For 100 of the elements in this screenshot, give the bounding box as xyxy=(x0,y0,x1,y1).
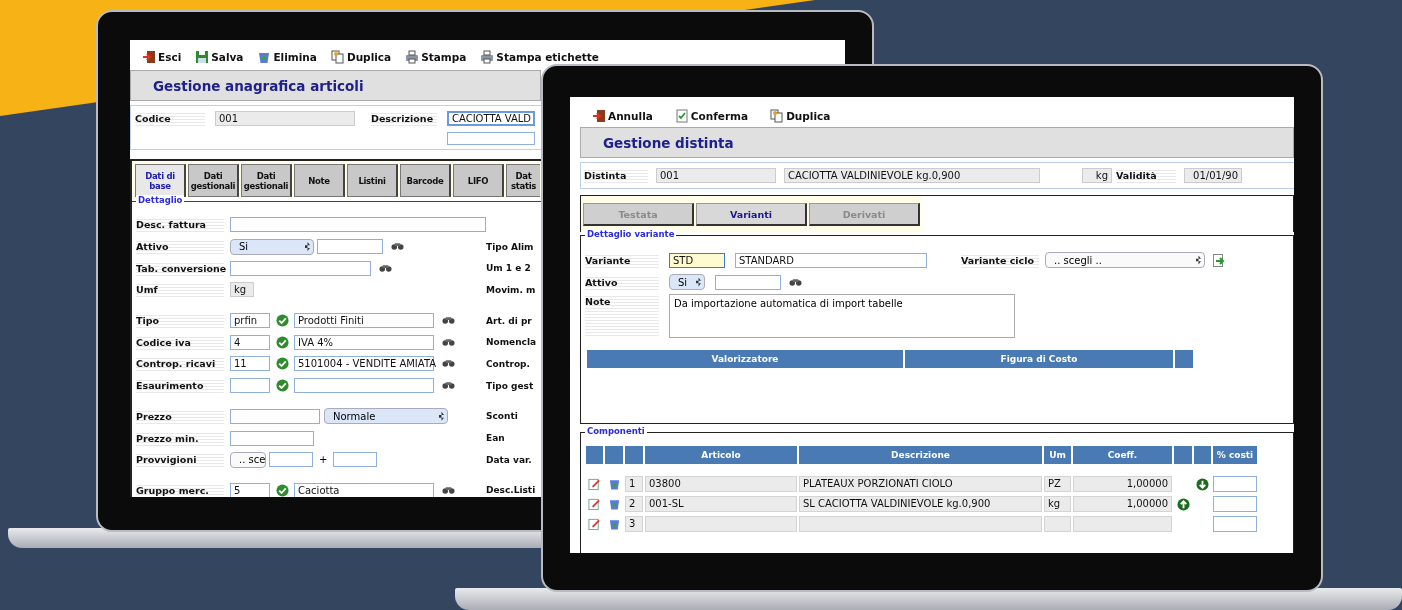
percent-field[interactable] xyxy=(1213,516,1257,532)
toolbar-button[interactable]: Esci xyxy=(142,50,182,64)
toolbar-button[interactable]: Annulla xyxy=(592,109,653,123)
text-field[interactable] xyxy=(230,430,314,446)
code-field[interactable]: 4 xyxy=(230,334,270,350)
text-field[interactable] xyxy=(715,274,781,290)
text-field[interactable] xyxy=(317,239,383,255)
field-label: Distinta xyxy=(584,168,648,183)
field-label: Attivo xyxy=(585,274,659,290)
column-header: Um xyxy=(1044,446,1071,464)
trash-bin-icon[interactable] xyxy=(607,497,621,511)
edit-pencil-icon[interactable] xyxy=(588,497,601,511)
code-field[interactable]: 5 xyxy=(230,482,270,497)
down-arrow-icon[interactable] xyxy=(1196,477,1209,491)
field-label: Nomencla xyxy=(486,336,537,350)
name-field[interactable]: STANDARD xyxy=(735,252,927,268)
page-title: Gestione anagrafica articoli xyxy=(153,77,364,94)
field-label: Note xyxy=(585,294,659,338)
text-field[interactable] xyxy=(269,452,313,468)
field-label: Desc. fattura xyxy=(136,217,224,233)
text-field[interactable] xyxy=(333,452,378,468)
trash-bin-icon[interactable] xyxy=(607,477,621,491)
code-field[interactable] xyxy=(230,378,270,394)
page-arrow-icon[interactable] xyxy=(1213,253,1225,267)
checkmark-icon xyxy=(276,335,289,349)
description-field[interactable]: CACIOTTA VALD xyxy=(447,111,535,126)
tab[interactable]: Dati gestionali xyxy=(241,164,292,197)
note-textarea[interactable]: Da importazione automatica di import tabelle xyxy=(669,294,1015,338)
tab[interactable]: Dat statis xyxy=(506,164,540,197)
dropdown[interactable]: Normale xyxy=(324,408,448,425)
edit-pencil-icon[interactable] xyxy=(588,477,601,491)
field-label: Data var. xyxy=(486,453,532,467)
binoculars-icon[interactable] xyxy=(442,381,455,391)
column-header: Valorizzatore xyxy=(587,350,903,368)
text-field[interactable] xyxy=(447,132,535,145)
description-field[interactable] xyxy=(294,378,434,394)
section-legend: Dettaglio xyxy=(136,195,185,205)
dropdown[interactable]: .. sce xyxy=(230,451,266,468)
field-label: Umf xyxy=(136,282,224,298)
table-cell: PLATEAUX PORZIONATI CIOLO xyxy=(799,476,1042,492)
code-field[interactable]: prfin xyxy=(230,313,270,329)
code-field[interactable]: 11 xyxy=(230,356,270,372)
field-label: Variante xyxy=(585,252,659,268)
trash-bin-icon xyxy=(257,50,272,64)
text-field[interactable] xyxy=(230,217,486,233)
description-field: CACIOTTA VALDINIEVOLE kg.0,900 xyxy=(784,168,1040,183)
percent-field[interactable] xyxy=(1213,496,1257,512)
tab[interactable]: Varianti xyxy=(696,203,807,226)
binoculars-icon[interactable] xyxy=(379,263,392,273)
column-header xyxy=(605,446,623,464)
field-label: Tab. conversione xyxy=(136,260,224,276)
description-field[interactable]: Caciotta xyxy=(294,482,434,497)
exit-door-icon xyxy=(142,50,156,64)
tab[interactable]: Dati di base xyxy=(135,164,186,197)
percent-field[interactable] xyxy=(1213,476,1257,492)
tab[interactable]: Note xyxy=(294,164,345,197)
table-cell: PZ xyxy=(1044,476,1071,492)
dropdown[interactable]: Si xyxy=(230,238,314,255)
code-field: 001 xyxy=(656,168,776,183)
price-field[interactable] xyxy=(230,408,320,424)
binoculars-icon[interactable] xyxy=(442,316,455,326)
toolbar-button[interactable]: Conferma xyxy=(674,109,749,123)
description-field[interactable]: 5101004 - VENDITE AMIATA xyxy=(294,356,434,372)
toolbar-button[interactable]: Elimina xyxy=(257,50,317,64)
toolbar-button[interactable]: Duplica xyxy=(770,109,831,123)
edit-pencil-icon[interactable] xyxy=(588,517,601,531)
toolbar-button[interactable]: Stampa xyxy=(405,50,467,64)
table-cell: 03800 xyxy=(645,476,797,492)
tab[interactable]: Dati gestionali xyxy=(188,164,239,197)
printer-icon xyxy=(480,50,495,64)
field-label: Codice xyxy=(135,111,205,126)
code-field[interactable]: STD xyxy=(669,252,725,268)
toolbar-button[interactable]: Salva xyxy=(195,50,244,64)
binoculars-icon[interactable] xyxy=(442,359,455,369)
binoculars-icon[interactable] xyxy=(391,242,404,252)
dropdown[interactable]: Si xyxy=(669,274,705,290)
code-field[interactable]: 001 xyxy=(215,111,355,126)
tab[interactable]: Listini xyxy=(347,164,398,197)
description-field[interactable]: Prodotti Finiti xyxy=(294,313,434,329)
date-field: 01/01/90 xyxy=(1184,168,1242,183)
binoculars-icon[interactable] xyxy=(789,277,802,287)
description-field[interactable]: IVA 4% xyxy=(294,334,434,350)
text-field[interactable] xyxy=(230,260,371,276)
checkmark-page-icon xyxy=(674,109,689,123)
column-header xyxy=(586,446,603,464)
table-cell: kg xyxy=(1044,496,1071,512)
toolbar-button[interactable]: Stampa etichette xyxy=(480,50,599,64)
field-label: Um 1 e 2 xyxy=(486,262,531,276)
toolbar-button[interactable]: Duplica xyxy=(330,50,392,64)
field-label: Gruppo merc. xyxy=(136,482,224,497)
up-arrow-icon[interactable] xyxy=(1176,497,1190,511)
tab[interactable]: Barcode xyxy=(400,164,451,197)
binoculars-icon[interactable] xyxy=(442,485,455,495)
field-label: Provvigioni xyxy=(136,452,224,468)
trash-bin-icon[interactable] xyxy=(607,517,621,531)
row-number: 1 xyxy=(625,476,643,492)
tab[interactable]: LIFO xyxy=(453,164,504,197)
binoculars-icon[interactable] xyxy=(442,337,455,347)
dropdown[interactable]: .. scegli .. xyxy=(1045,252,1205,268)
row-number: 3 xyxy=(625,516,643,532)
